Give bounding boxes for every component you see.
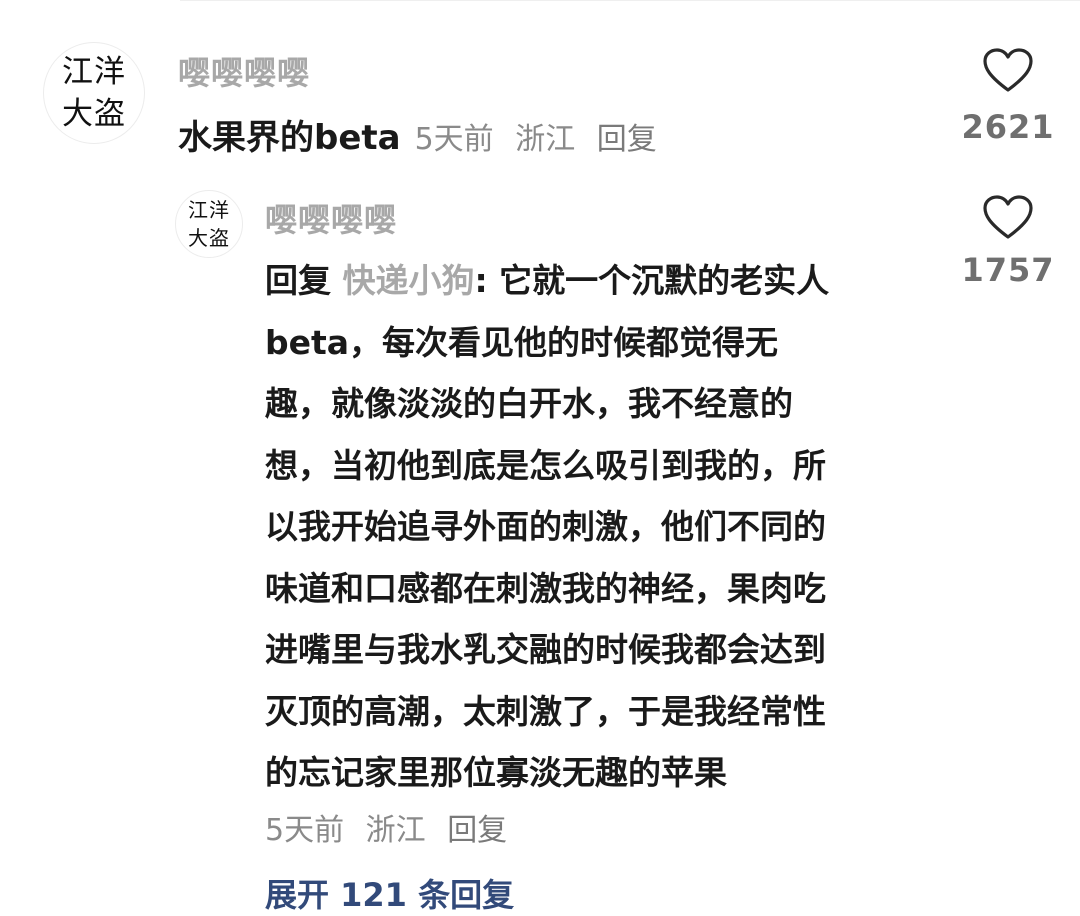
reply-text-line: 想，当初他到底是怎么吸引到我的，所 bbox=[265, 445, 826, 485]
reply-line-0: : 它就一个沉默的老实人 bbox=[474, 261, 830, 300]
reply-avatar-text: 江洋 大盗 bbox=[188, 198, 230, 250]
reply-time: 5天前 bbox=[265, 813, 345, 848]
comment-location: 浙江 bbox=[515, 122, 576, 157]
like-count: 2621 bbox=[961, 108, 1055, 146]
reply-text[interactable]: 回复 快递小狗: 它就一个沉默的老实人 beta，每次看见他的时候都觉得无 趣，… bbox=[265, 250, 945, 804]
like-count: 1757 bbox=[961, 251, 1055, 289]
comment-meta: 5天前 浙江 回复 bbox=[415, 114, 669, 158]
reply-text-line: 回复 快递小狗: 它就一个沉默的老实人 bbox=[265, 250, 945, 312]
reply-button[interactable]: 回复 bbox=[597, 122, 657, 157]
reply-like[interactable]: 1757 bbox=[958, 195, 1058, 289]
comment-like[interactable]: 2621 bbox=[958, 48, 1058, 146]
reply-avatar[interactable]: 江洋 大盗 bbox=[175, 190, 243, 258]
comment-content[interactable]: 水果界的beta 5天前 浙江 回复 bbox=[178, 110, 669, 159]
reply-username[interactable]: 嘤嘤嘤嘤 bbox=[265, 195, 397, 241]
reply-prefix: 回复 bbox=[265, 261, 343, 300]
avatar-text: 江洋 大盗 bbox=[62, 54, 126, 132]
expand-replies-link[interactable]: 展开 121 条回复 bbox=[265, 870, 514, 916]
comment-time: 5天前 bbox=[414, 122, 494, 157]
reply-button[interactable]: 回复 bbox=[447, 813, 507, 848]
reply-location: 浙江 bbox=[365, 813, 426, 848]
comment-text: 水果界的beta bbox=[178, 118, 401, 158]
reply-text-line: 的忘记家里那位寡淡无趣的苹果 bbox=[265, 753, 727, 792]
comment-username[interactable]: 嘤嘤嘤嘤 bbox=[178, 48, 310, 94]
reply-text-line: beta，每次看见他的时候都觉得无 bbox=[265, 322, 779, 362]
reply-text-line: 灭顶的高潮，太刺激了，于是我经常性 bbox=[265, 691, 826, 731]
top-divider bbox=[180, 0, 1080, 1]
heart-icon[interactable] bbox=[958, 48, 1058, 94]
reply-text-line: 趣，就像淡淡的白开水，我不经意的 bbox=[265, 384, 793, 423]
reply-to-user[interactable]: 快递小狗 bbox=[343, 261, 475, 300]
reply-meta: 5天前 浙江 回复 bbox=[265, 805, 519, 849]
reply-text-line: 进嘴里与我水乳交融的时候我都会达到 bbox=[265, 630, 826, 669]
reply-text-line: 味道和口感都在刺激我的神经，果肉吃 bbox=[265, 568, 826, 608]
heart-icon[interactable] bbox=[958, 195, 1058, 241]
avatar[interactable]: 江洋 大盗 bbox=[43, 42, 145, 144]
reply-text-line: 以我开始追寻外面的刺激，他们不同的 bbox=[265, 507, 826, 546]
